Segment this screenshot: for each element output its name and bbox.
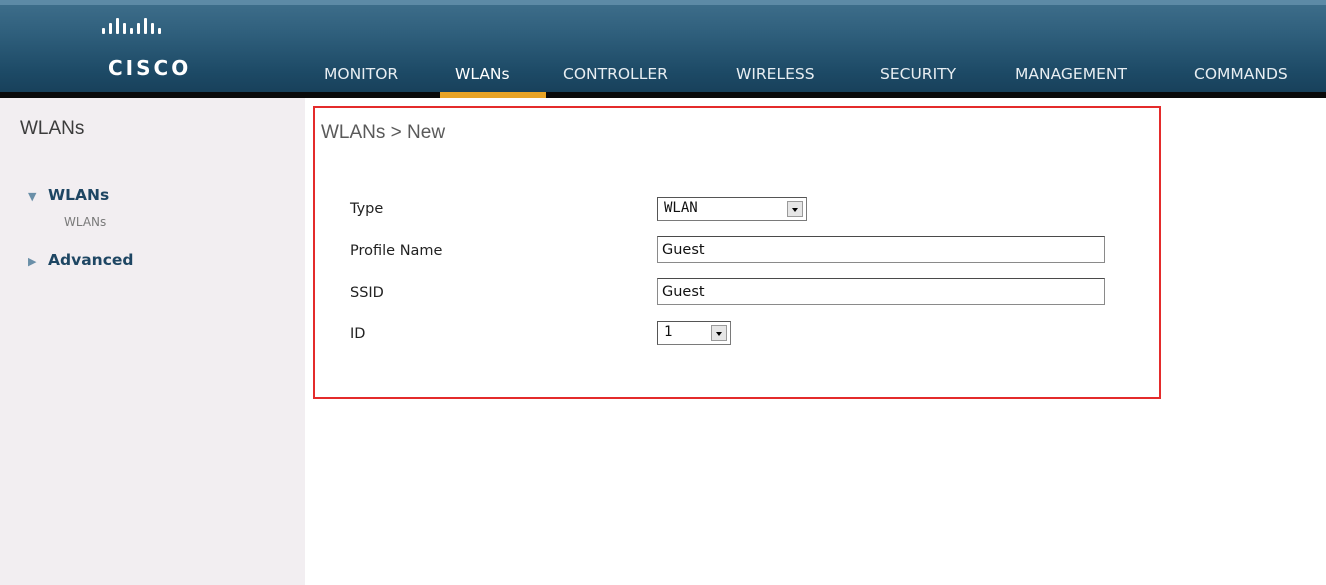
ssid-label: SSID — [350, 285, 384, 301]
profile-name-label: Profile Name — [350, 243, 443, 259]
active-tab-indicator — [440, 92, 546, 98]
id-label: ID — [350, 326, 366, 342]
profile-name-input[interactable] — [657, 236, 1105, 263]
id-value: 1 — [664, 324, 673, 340]
nav-monitor[interactable]: MONITOR — [324, 60, 398, 92]
sidebar-group-label: WLANs — [48, 186, 110, 204]
type-label: Type — [350, 201, 384, 217]
type-select[interactable]: WLAN — [657, 197, 807, 221]
page-title: WLANs > New — [321, 122, 446, 143]
nav-commands[interactable]: COMMANDS — [1194, 60, 1288, 92]
chevron-right-icon: ▶ — [28, 255, 37, 268]
chevron-down-icon: ▼ — [28, 190, 37, 203]
header-top-border — [0, 0, 1326, 5]
cisco-bridge-icon — [102, 18, 161, 34]
nav-wireless[interactable]: WIRELESS — [736, 60, 815, 92]
id-select[interactable]: 1 — [657, 321, 731, 345]
dropdown-arrow-icon — [787, 201, 803, 217]
nav-wlans[interactable]: WLANs — [455, 60, 510, 92]
top-header: CISCO MONITOR WLANs CONTROLLER WIRELESS … — [0, 0, 1326, 96]
sidebar-group-advanced[interactable]: ▶ Advanced — [28, 251, 134, 269]
dropdown-arrow-icon — [711, 325, 727, 341]
ssid-input[interactable] — [657, 278, 1105, 305]
sidebar-group-wlans[interactable]: ▼ WLANs — [28, 186, 109, 204]
brand-name: CISCO — [108, 56, 192, 80]
nav-controller[interactable]: CONTROLLER — [563, 60, 668, 92]
cisco-logo[interactable]: CISCO — [100, 14, 210, 84]
sidebar-group-label: Advanced — [48, 251, 134, 269]
nav-security[interactable]: SECURITY — [880, 60, 956, 92]
sidebar: WLANs ▼ WLANs WLANs ▶ Advanced — [0, 98, 305, 585]
nav-management[interactable]: MANAGEMENT — [1015, 60, 1127, 92]
type-value: WLAN — [664, 200, 698, 216]
sidebar-item-wlans[interactable]: WLANs — [64, 215, 106, 229]
sidebar-title: WLANs — [20, 118, 85, 139]
